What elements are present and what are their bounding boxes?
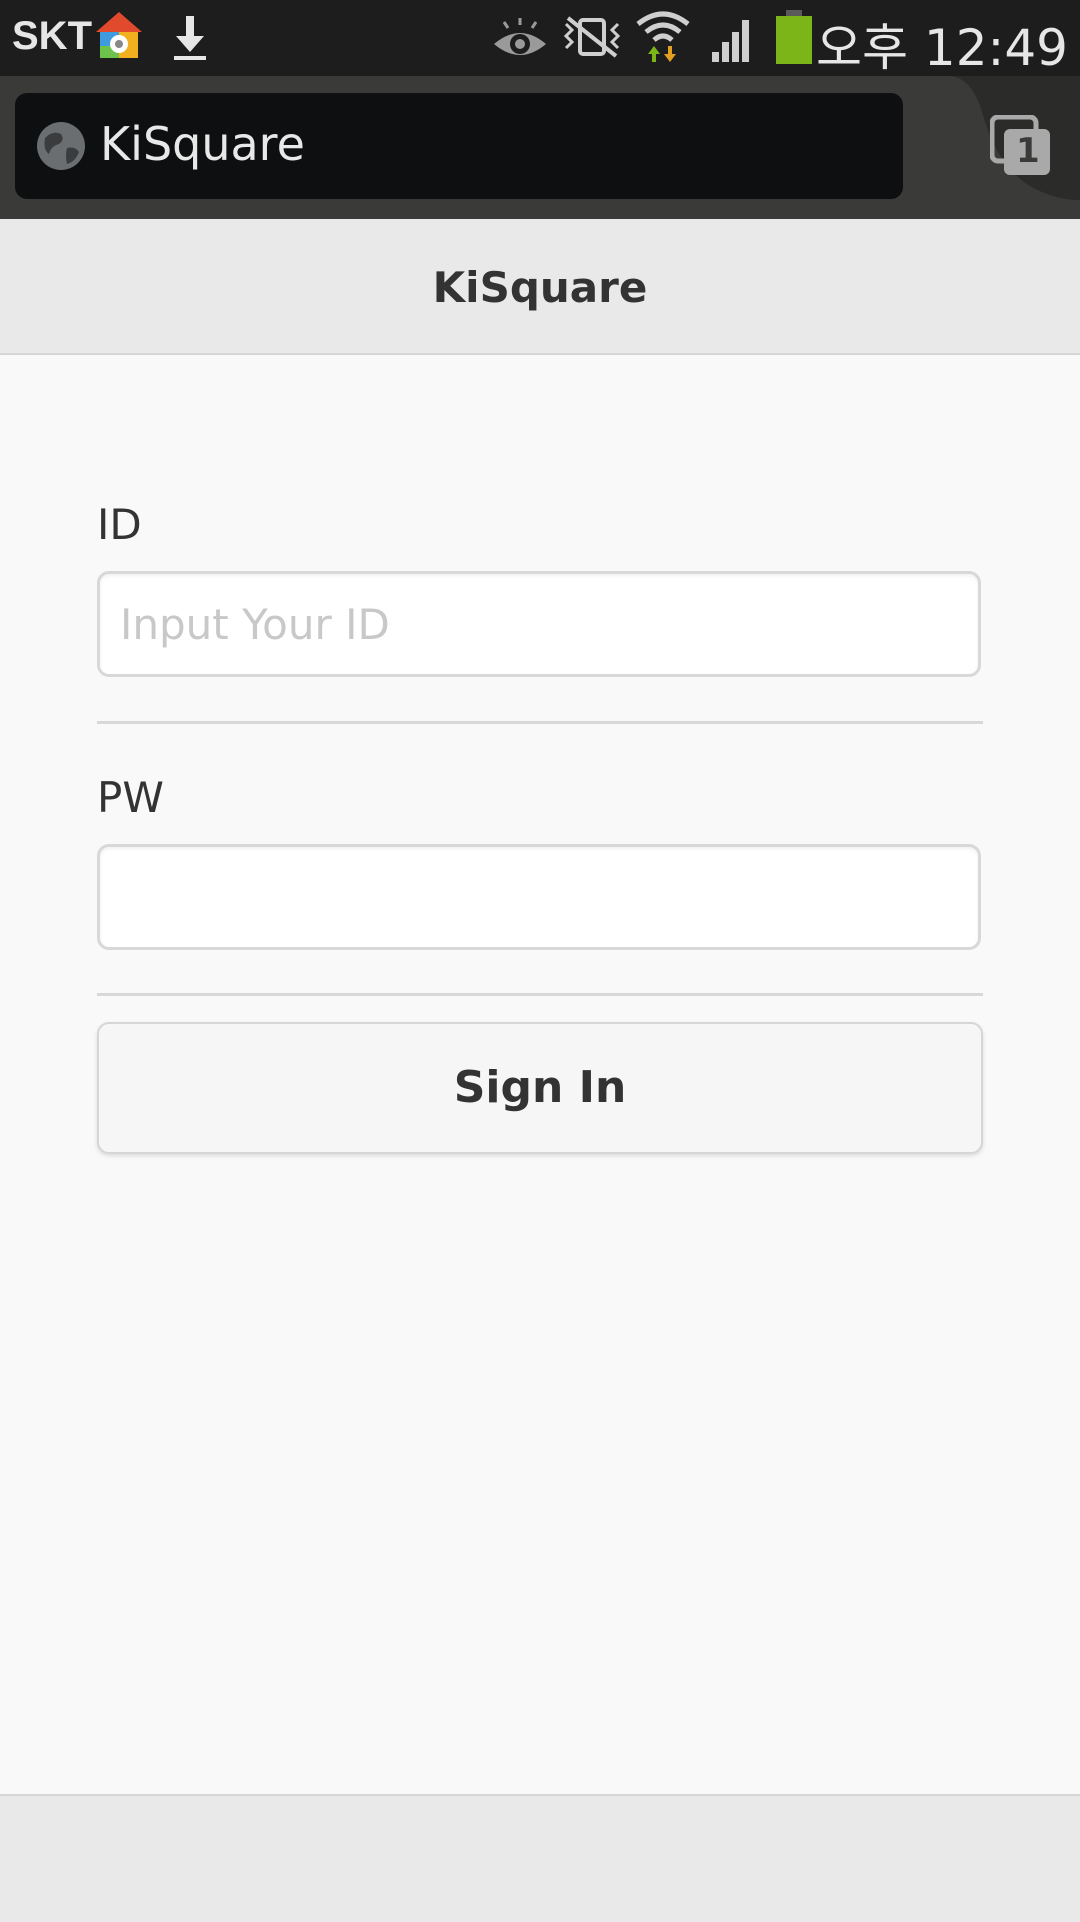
pw-label: PW	[97, 773, 164, 822]
password-input[interactable]	[97, 844, 981, 950]
download-icon	[170, 14, 210, 66]
vibrate-icon	[562, 14, 622, 64]
address-bar[interactable]: KiSquare	[15, 93, 903, 199]
page-header: KiSquare	[0, 219, 1080, 355]
tab-switcher-button[interactable]: 1	[989, 114, 1050, 177]
globe-icon	[35, 120, 87, 172]
eye-icon	[492, 16, 548, 66]
id-label: ID	[97, 500, 142, 549]
page-title: KiSquare	[432, 263, 648, 312]
signal-icon	[708, 14, 756, 68]
divider	[97, 721, 983, 724]
status-bar: SKT 오후 12:49	[0, 0, 1080, 77]
browser-toolbar: KiSquare	[0, 76, 1080, 219]
clock: 오후 12:49	[816, 19, 1068, 77]
id-input[interactable]	[97, 571, 981, 677]
home-settings-icon	[94, 10, 144, 66]
tab-count: 1	[1016, 131, 1040, 171]
wifi-icon	[634, 8, 692, 68]
url-text: KiSquare	[100, 117, 305, 171]
divider	[97, 993, 983, 996]
sign-in-button[interactable]: Sign In	[97, 1022, 983, 1154]
battery-icon	[774, 10, 814, 70]
page-footer	[0, 1794, 1080, 1922]
carrier-name: SKT	[12, 14, 92, 58]
